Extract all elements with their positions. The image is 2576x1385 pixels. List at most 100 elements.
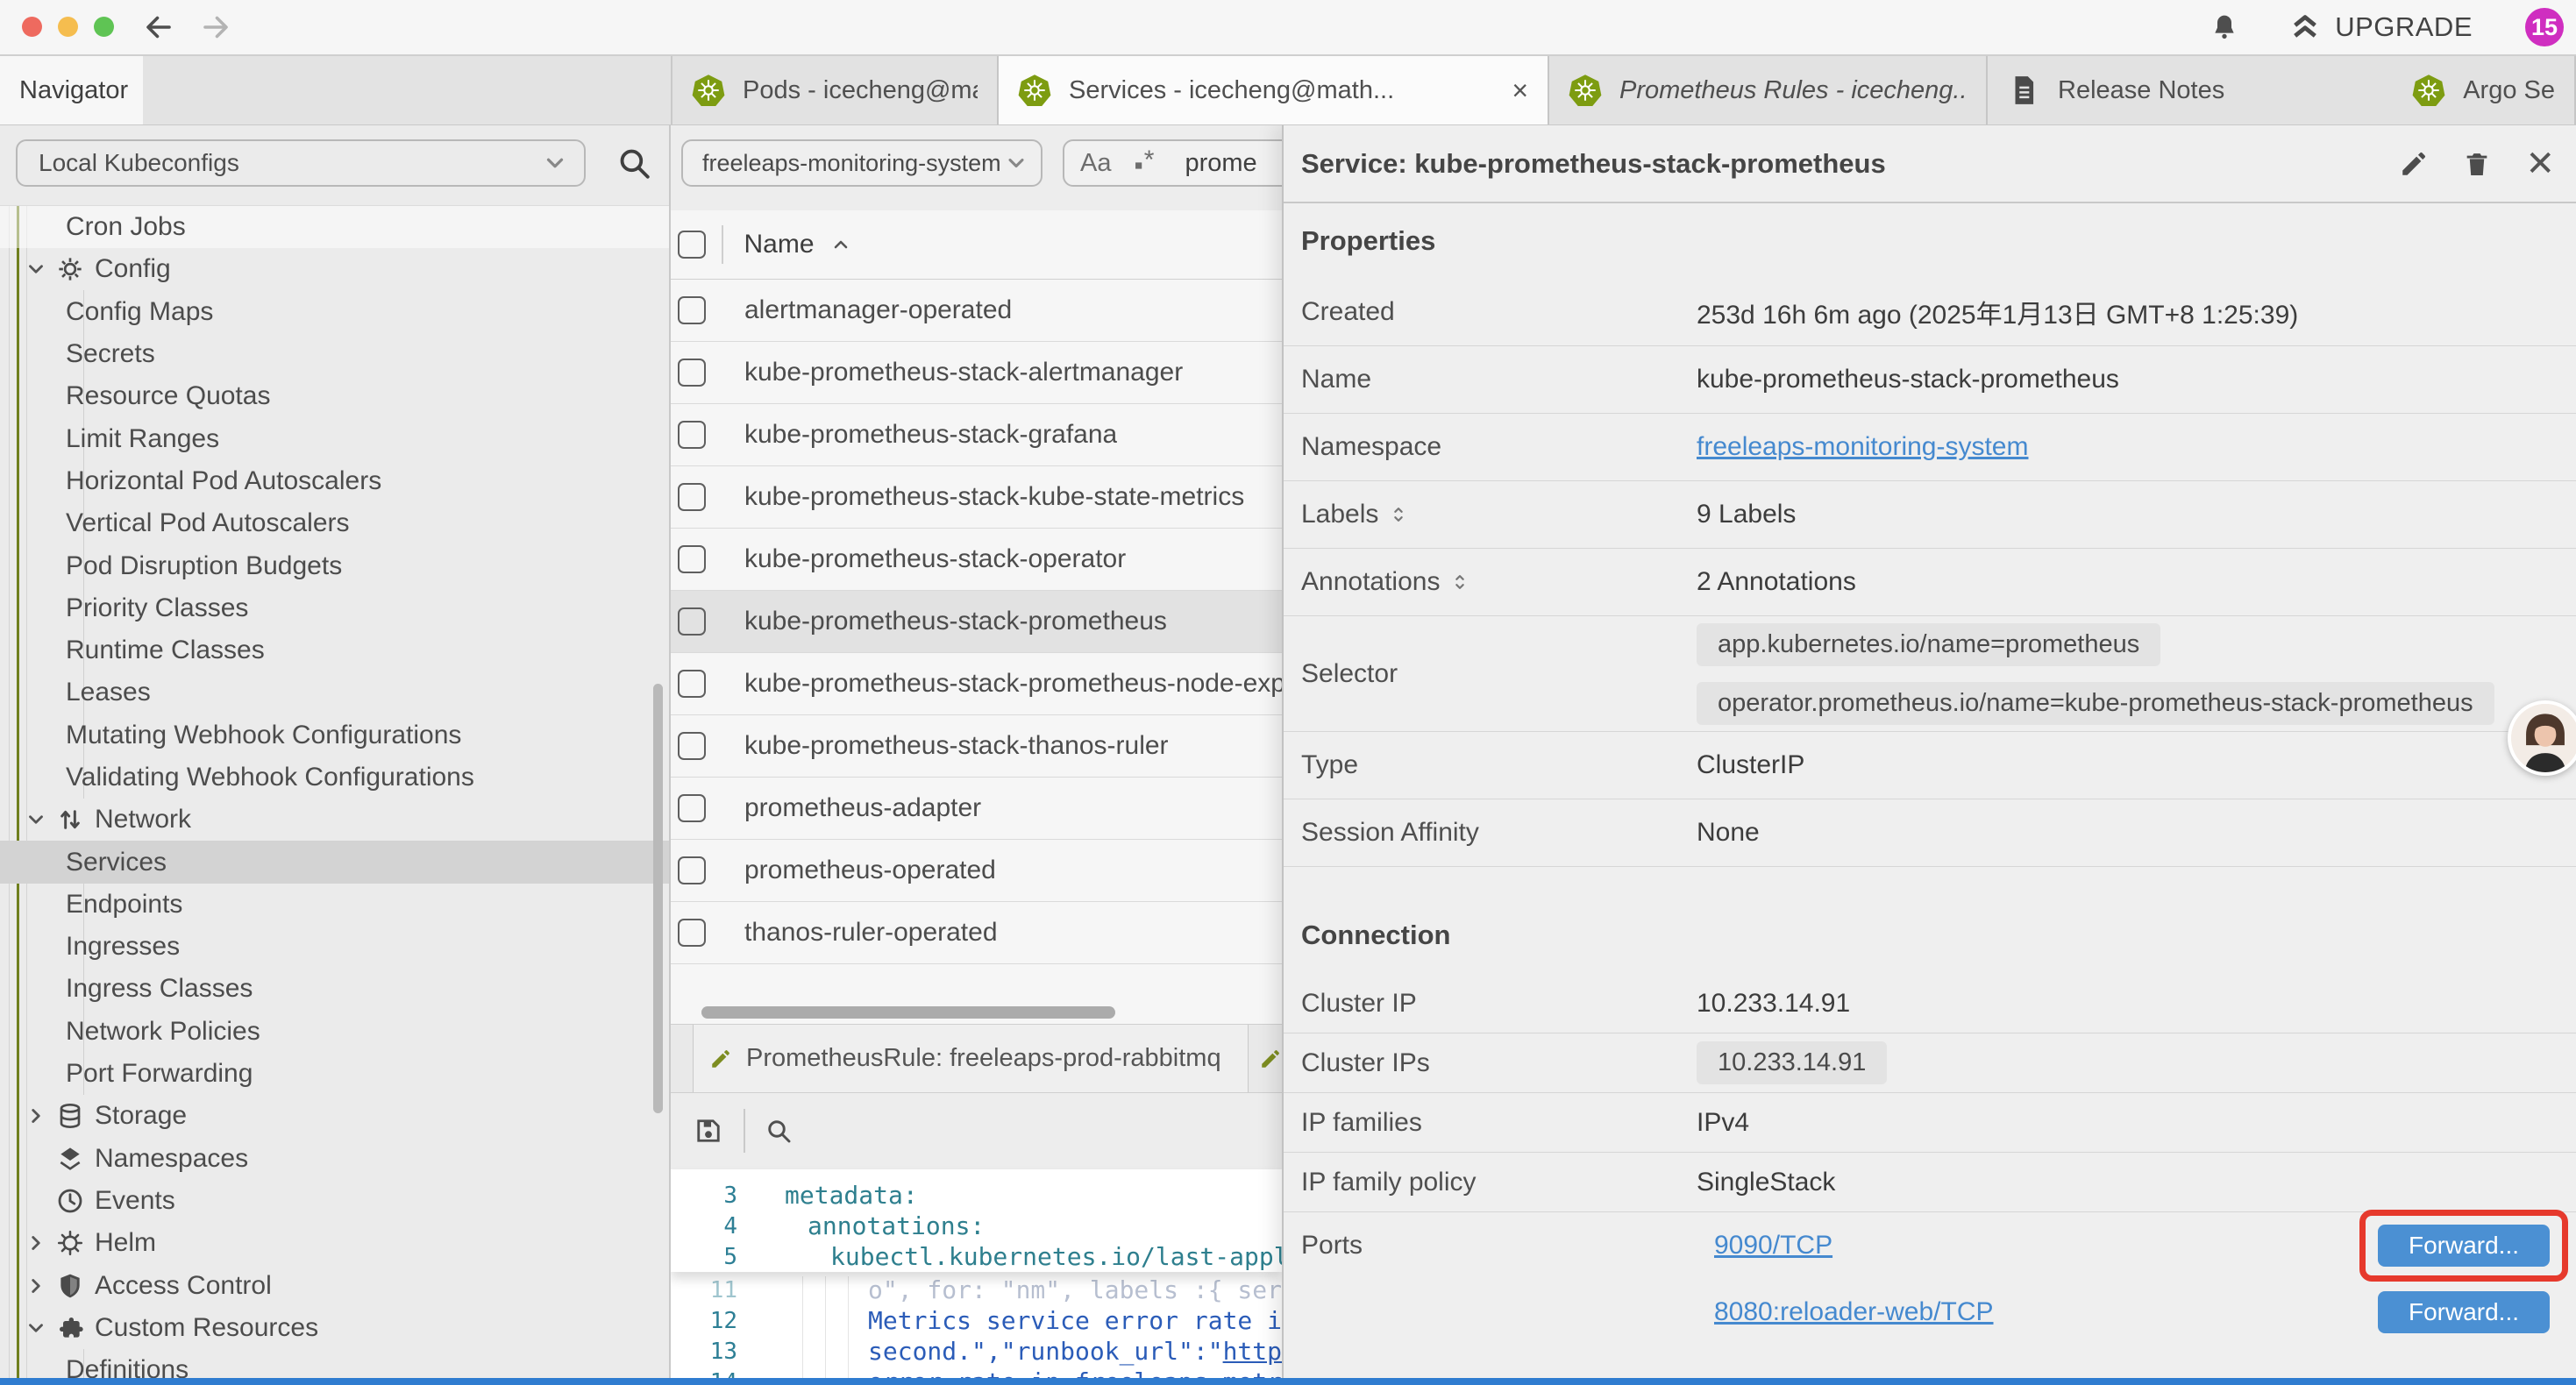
row-checkbox[interactable] — [678, 670, 706, 698]
sort-toggle-icon[interactable] — [1389, 503, 1408, 526]
row-checkbox[interactable] — [678, 607, 706, 636]
edit-pencil-icon[interactable] — [2399, 149, 2429, 179]
workspace-tab[interactable]: Services - icecheng@math... × — [999, 56, 1549, 124]
tree-chevron-icon[interactable] — [25, 258, 47, 281]
workspace-tab[interactable]: Release Notes — [1988, 56, 2393, 124]
search-icon[interactable] — [616, 145, 652, 181]
workspace-tab[interactable]: Argo Se — [2393, 56, 2576, 124]
tree-chevron-icon[interactable] — [25, 1104, 47, 1127]
sort-ascending-icon[interactable] — [830, 234, 851, 255]
select-all-checkbox[interactable] — [678, 231, 706, 259]
row-checkbox[interactable] — [678, 421, 706, 449]
port-link[interactable]: 9090/TCP — [1714, 1231, 1832, 1261]
sidebar-item[interactable]: Config Maps — [0, 291, 669, 333]
edit-pencil-icon — [1259, 1048, 1282, 1070]
horizontal-scrollbar[interactable] — [701, 1006, 1115, 1019]
sidebar-item[interactable]: Network Policies — [0, 1011, 669, 1053]
tree-chevron-icon[interactable] — [25, 1317, 47, 1339]
table-row[interactable]: kube-prometheus-stack-prometheus-node-ex… — [671, 653, 1282, 715]
sidebar-item[interactable]: Horizontal Pod Autoscalers — [0, 460, 669, 502]
tree-chevron-icon[interactable] — [25, 1232, 47, 1254]
sidebar-item[interactable]: Ingresses — [0, 926, 669, 968]
back-icon[interactable] — [143, 11, 174, 43]
sidebar-item[interactable]: Ingress Classes — [0, 968, 669, 1010]
table-row[interactable]: alertmanager-operated — [671, 280, 1282, 342]
detail-label: Session Affinity — [1301, 818, 1479, 848]
sidebar-item[interactable]: Priority Classes — [0, 587, 669, 629]
workspace-tab[interactable]: Prometheus Rules - icecheng... — [1549, 56, 1988, 124]
sidebar-item[interactable]: Network — [0, 799, 669, 841]
row-checkbox[interactable] — [678, 483, 706, 511]
editor-tab[interactable]: PrometheusRule: freeleaps-prod-rabbitmq — [693, 1025, 1249, 1092]
forward-button[interactable]: Forward... — [2378, 1225, 2550, 1267]
sidebar-item[interactable]: Runtime Classes — [0, 629, 669, 671]
table-row[interactable]: kube-prometheus-stack-kube-state-metrics — [671, 466, 1282, 529]
name-column-header[interactable]: Name — [744, 230, 815, 259]
table-row[interactable]: thanos-ruler-operated — [671, 902, 1282, 964]
close-window-button[interactable] — [22, 17, 42, 37]
namespace-select[interactable]: freeleaps-monitoring-system — [681, 139, 1042, 187]
notifications-bell-icon[interactable] — [2210, 12, 2238, 42]
table-row[interactable]: kube-prometheus-stack-grafana — [671, 404, 1282, 466]
sidebar-item[interactable]: Pod Disruption Budgets — [0, 544, 669, 586]
navigator-tab[interactable]: Navigator — [0, 56, 143, 124]
row-checkbox[interactable] — [678, 794, 706, 822]
notification-count-badge[interactable]: 15 — [2525, 8, 2564, 46]
table-row[interactable]: kube-prometheus-stack-prometheus — [671, 591, 1282, 653]
tree-chevron-icon[interactable] — [25, 1275, 47, 1297]
sidebar-item[interactable]: Storage — [0, 1095, 669, 1137]
table-row[interactable]: prometheus-operated — [671, 840, 1282, 902]
port-link[interactable]: 8080:reloader-web/TCP — [1714, 1297, 1994, 1327]
workspace-tab[interactable]: Pods - icecheng@mathmas... — [672, 56, 999, 124]
sort-toggle-icon[interactable] — [1450, 571, 1469, 593]
close-tab-icon[interactable]: × — [1498, 75, 1528, 107]
sidebar-item[interactable]: Secrets — [0, 333, 669, 375]
sidebar-item[interactable]: Config — [0, 248, 669, 290]
sidebar-item[interactable]: Endpoints — [0, 884, 669, 926]
editor-tab-partial[interactable] — [1259, 1025, 1282, 1092]
maximize-window-button[interactable] — [94, 17, 114, 37]
sidebar-item[interactable]: Events — [0, 1180, 669, 1222]
sidebar-item[interactable]: Port Forwarding — [0, 1053, 669, 1095]
sidebar-item[interactable]: Vertical Pod Autoscalers — [0, 502, 669, 544]
table-row[interactable]: prometheus-adapter — [671, 778, 1282, 840]
selector-chip: operator.prometheus.io/name=kube-prometh… — [1697, 682, 2494, 725]
table-row[interactable]: kube-prometheus-stack-thanos-ruler — [671, 715, 1282, 778]
row-checkbox[interactable] — [678, 856, 706, 884]
yaml-editor[interactable]: 11 o", for: "nm", labels :{ service : 12… — [671, 1169, 1282, 1385]
sidebar-item[interactable]: Validating Webhook Configurations — [0, 756, 669, 799]
detail-link[interactable]: freeleaps-monitoring-system — [1697, 432, 2028, 461]
row-checkbox[interactable] — [678, 545, 706, 573]
row-checkbox[interactable] — [678, 919, 706, 947]
close-icon[interactable]: ✕ — [2525, 146, 2555, 181]
sidebar-item[interactable]: Leases — [0, 671, 669, 714]
tree-chevron-icon[interactable] — [25, 808, 47, 831]
table-row[interactable]: kube-prometheus-stack-alertmanager — [671, 342, 1282, 404]
minimize-window-button[interactable] — [58, 17, 78, 37]
sidebar-scrollbar[interactable] — [653, 684, 663, 1113]
sidebar-item[interactable]: Limit Ranges — [0, 417, 669, 459]
sidebar-item[interactable]: Resource Quotas — [0, 375, 669, 417]
kubeconfig-select[interactable]: Local Kubeconfigs — [16, 139, 586, 187]
sidebar-item[interactable]: Mutating Webhook Configurations — [0, 714, 669, 756]
sidebar-item[interactable]: Cron Jobs — [0, 206, 669, 248]
regex-toggle[interactable]: ▪* — [1134, 146, 1155, 181]
delete-trash-icon[interactable] — [2462, 149, 2492, 179]
sidebar-item[interactable]: Namespaces — [0, 1138, 669, 1180]
sidebar-item[interactable]: Custom Resources — [0, 1307, 669, 1349]
sidebar-item[interactable]: Helm — [0, 1222, 669, 1264]
row-checkbox[interactable] — [678, 732, 706, 760]
editor-search-icon[interactable] — [765, 1117, 793, 1145]
sidebar-item[interactable]: Access Control — [0, 1264, 669, 1306]
match-case-toggle[interactable]: Aa — [1080, 149, 1111, 178]
table-row[interactable]: kube-prometheus-stack-operator — [671, 529, 1282, 591]
search-input[interactable]: Aa ▪* prome — [1063, 139, 1282, 187]
forward-button[interactable]: Forward... — [2378, 1291, 2550, 1333]
sidebar-item[interactable]: Services — [0, 841, 669, 883]
user-avatar[interactable] — [2508, 700, 2576, 776]
row-checkbox[interactable] — [678, 296, 706, 324]
forward-icon[interactable] — [200, 11, 231, 43]
upgrade-button[interactable]: UPGRADE — [2289, 11, 2473, 43]
save-icon[interactable] — [693, 1115, 724, 1147]
row-checkbox[interactable] — [678, 359, 706, 387]
